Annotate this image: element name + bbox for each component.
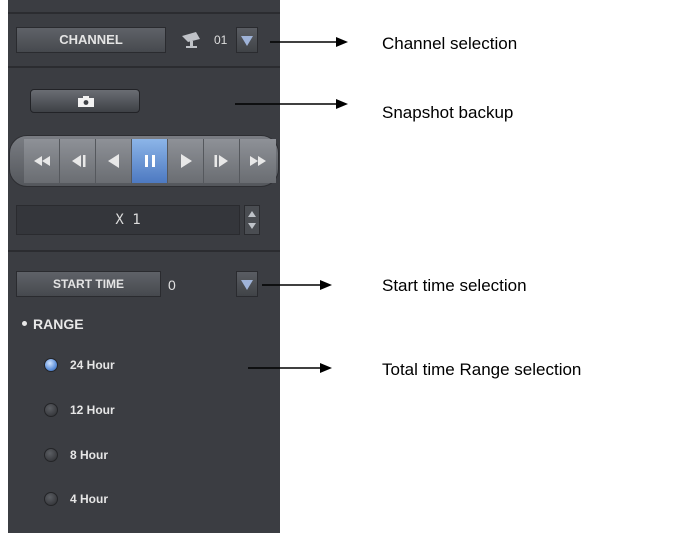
play-icon <box>180 154 192 168</box>
fast-rewind-icon <box>33 156 50 166</box>
annotation-arrow <box>235 99 348 109</box>
annotation-range: Total time Range selection <box>382 360 582 379</box>
range-title-text: RANGE <box>33 316 84 332</box>
camera-icon <box>78 96 94 107</box>
play-button[interactable] <box>168 139 204 183</box>
chevron-down-icon <box>241 280 253 290</box>
annotation-channel: Channel selection <box>382 34 518 53</box>
channel-dropdown-button[interactable] <box>236 27 258 53</box>
start-time-value[interactable]: 0 <box>168 272 238 298</box>
chevron-down-icon <box>248 223 256 229</box>
annotation-arrow <box>248 363 332 373</box>
channel-value: 01 <box>214 33 228 47</box>
divider <box>8 66 280 68</box>
play-reverse-button[interactable] <box>96 139 132 183</box>
range-option-label: 12 Hour <box>70 403 115 417</box>
start-time-label: START TIME <box>16 271 161 297</box>
bullet-icon <box>22 320 27 326</box>
control-panel: CHANNEL 01 X 1 START TIME 0 RANGE 24 Hou… <box>8 0 280 533</box>
annotation-snapshot: Snapshot backup <box>382 103 514 122</box>
camera-icon <box>182 32 200 48</box>
playback-controls <box>9 135 279 187</box>
radio-button[interactable] <box>44 448 58 462</box>
fast-forward-icon <box>250 156 266 166</box>
play-reverse-icon <box>107 154 119 168</box>
step-back-icon <box>71 155 85 167</box>
chevron-up-icon <box>248 211 256 217</box>
snapshot-button[interactable] <box>30 89 140 113</box>
speed-stepper[interactable] <box>244 205 260 235</box>
step-back-button[interactable] <box>60 139 96 183</box>
step-forward-icon <box>214 155 228 167</box>
fast-forward-button[interactable] <box>240 139 276 183</box>
step-forward-button[interactable] <box>204 139 240 183</box>
divider <box>8 12 280 14</box>
range-option-label: 4 Hour <box>70 492 109 506</box>
annotation-arrow <box>262 280 332 290</box>
radio-button[interactable] <box>44 492 58 506</box>
radio-button-selected[interactable] <box>44 358 58 372</box>
chevron-down-icon <box>241 36 253 46</box>
range-option-label: 8 Hour <box>70 448 109 462</box>
annotation-start-time: Start time selection <box>382 276 527 295</box>
speed-display: X 1 <box>16 205 240 235</box>
pause-icon <box>144 155 155 167</box>
rewind-fast-button[interactable] <box>24 139 60 183</box>
start-time-dropdown-button[interactable] <box>236 271 258 297</box>
range-option-label: 24 Hour <box>70 358 115 372</box>
channel-label: CHANNEL <box>16 27 166 53</box>
divider <box>8 250 280 252</box>
radio-button[interactable] <box>44 403 58 417</box>
annotation-arrow <box>270 37 348 47</box>
pause-button[interactable] <box>132 139 168 183</box>
range-title: RANGE <box>22 316 84 332</box>
